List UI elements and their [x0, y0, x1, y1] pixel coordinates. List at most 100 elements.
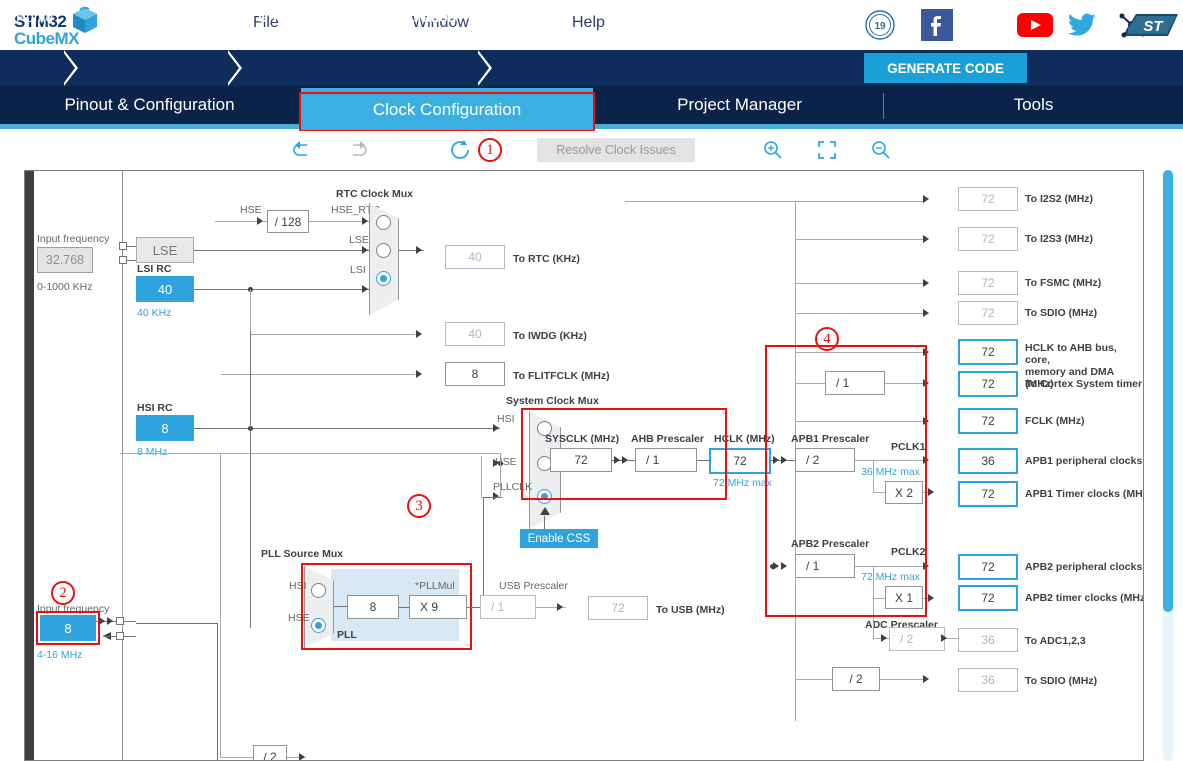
rtc-mux-radio-hse-rtc[interactable]	[376, 215, 391, 230]
system-clock-mux-title: System Clock Mux	[506, 395, 599, 407]
tab-project-manager[interactable]: Project Manager	[596, 86, 883, 124]
pllmul-select[interactable]: X 9	[409, 595, 467, 619]
usb-prescaler-select[interactable]: / 1	[480, 595, 536, 619]
pll-mux-radio-hse[interactable]	[311, 618, 326, 633]
apb2-prescaler-label: APB2 Prescaler	[791, 538, 870, 550]
to-i2s2-label: To I2S2 (MHz)	[1025, 193, 1094, 205]
usb-prescaler-label: USB Prescaler	[499, 580, 568, 592]
css-arrow-up	[540, 507, 550, 515]
to-fsmc-label: To FSMC (MHz)	[1025, 277, 1102, 289]
pll-mux-radio-hsi[interactable]	[311, 583, 326, 598]
apb1-peripheral-label: APB1 peripheral clocks (MHz)	[1025, 455, 1144, 467]
to-sdio-value-field[interactable]: 72	[958, 301, 1018, 325]
to-sdio2-label: To SDIO (MHz)	[1025, 675, 1098, 687]
step-marker-4: 4	[815, 327, 839, 351]
to-i2s3-label: To I2S3 (MHz)	[1025, 233, 1094, 245]
canvas-left-edge	[25, 171, 34, 760]
resolve-clock-issues-button[interactable]: Resolve Clock Issues	[537, 138, 695, 162]
sysclk-mux-radio-pllclk[interactable]	[537, 489, 552, 504]
to-iwdg-label: To IWDG (KHz)	[513, 330, 587, 342]
lse-oscillator-box[interactable]: LSE	[136, 237, 194, 263]
hclk-value-field[interactable]: 72	[709, 448, 771, 474]
to-adc-value-field[interactable]: 36	[958, 628, 1018, 652]
to-adc-label: To ADC1,2,3	[1025, 635, 1086, 647]
canvas-scrollbar-thumb[interactable]	[1163, 170, 1173, 612]
step-marker-2: 2	[51, 581, 75, 605]
svg-text:19: 19	[874, 21, 886, 32]
to-fsmc-value-field[interactable]: 72	[958, 271, 1018, 295]
apb2-max-label: 72 MHz max	[861, 571, 920, 583]
tab-clock-configuration[interactable]: Clock Configuration	[301, 88, 593, 132]
cortex-systimer-value-field[interactable]: 72	[958, 371, 1018, 397]
zoom-out-icon[interactable]	[869, 139, 893, 161]
breadcrumb-item-home[interactable]: Home	[16, 9, 53, 25]
breadcrumb-arrow-1	[63, 50, 78, 86]
hse-input-frequency-field[interactable]: 8	[40, 615, 96, 641]
rtc-clock-mux-title: RTC Clock Mux	[336, 188, 414, 200]
hclk-ahb-value-field[interactable]: 72	[958, 339, 1018, 365]
enable-css-button[interactable]: Enable CSS	[520, 529, 598, 548]
apb2-timer-label: APB2 timer clocks (MHz)	[1025, 592, 1144, 604]
apb2-timer-value-field[interactable]: 72	[958, 585, 1018, 611]
lse-input-frequency-field[interactable]: 32.768	[37, 247, 93, 273]
fit-to-screen-icon[interactable]	[815, 139, 839, 161]
generate-code-button[interactable]: GENERATE CODE	[864, 53, 1027, 83]
to-iwdg-value-field[interactable]: 40	[445, 322, 505, 346]
sysclk-mux-input-hsi-label: HSI	[497, 413, 515, 425]
to-rtc-value-field[interactable]: 40	[445, 245, 505, 269]
pll-source-mux[interactable]	[304, 566, 334, 648]
menu-help[interactable]: Help	[572, 14, 605, 32]
apb1-timer-value-field[interactable]: 72	[958, 481, 1018, 507]
tab-tools[interactable]: Tools	[884, 86, 1183, 124]
breadcrumb-item-device[interactable]: STM32F103ZETx	[99, 9, 209, 25]
apb1-max-label: 36 MHz max	[861, 466, 920, 478]
breadcrumb-arrow-3	[477, 50, 492, 86]
hsi-value-field[interactable]: 8	[136, 415, 194, 441]
sdio-div2-box: / 2	[832, 667, 880, 691]
apb2-peripheral-label: APB2 peripheral clocks (MHz)	[1025, 561, 1144, 573]
apb2-prescaler-select[interactable]: / 1	[795, 554, 855, 578]
adc-prescaler-select[interactable]: / 2	[889, 627, 945, 651]
apb1-prescaler-select[interactable]: / 2	[795, 448, 855, 472]
pll-hsi-div2-box: / 2	[253, 745, 287, 760]
tab-pinout-configuration[interactable]: Pinout & Configuration	[0, 86, 299, 124]
lse-pin-out	[119, 256, 127, 264]
apb1-peripheral-value-field[interactable]: 36	[958, 448, 1018, 474]
sysclk-value-field[interactable]: 72	[550, 448, 612, 472]
twitter-icon[interactable]	[1066, 9, 1098, 41]
to-i2s2-value-field[interactable]: 72	[958, 187, 1018, 211]
top-bar: STM32 CubeMX File Window Help 19 ST	[0, 0, 1183, 50]
anniversary-icon[interactable]: 19	[864, 9, 896, 41]
hsi-rc-title: HSI RC	[137, 402, 173, 414]
to-i2s3-value-field[interactable]: 72	[958, 227, 1018, 251]
zoom-in-icon[interactable]	[761, 139, 785, 161]
lsi-value-field[interactable]: 40	[136, 276, 194, 302]
undo-icon[interactable]	[291, 139, 315, 161]
cortex-systick-prescaler-select[interactable]: / 1	[825, 371, 885, 395]
cube-icon	[73, 6, 97, 33]
ahb-prescaler-select[interactable]: / 1	[635, 448, 697, 472]
hsi-unit-label: 8 MHz	[137, 446, 168, 458]
pll-panel-label: PLL	[337, 629, 357, 641]
st-logo-icon[interactable]: ST	[1122, 8, 1182, 42]
breadcrumb-item-current: Untitled - Clock Configuration	[258, 9, 457, 25]
hse-range-label: 4-16 MHz	[37, 649, 83, 661]
to-usb-value-field[interactable]: 72	[588, 596, 648, 620]
rtc-mux-radio-lsi[interactable]	[376, 271, 391, 286]
youtube-icon[interactable]	[1017, 9, 1053, 41]
reset-icon[interactable]	[449, 139, 473, 161]
to-flitfclk-value-field[interactable]: 8	[445, 362, 505, 386]
hse-input-frequency-label: Input frequency	[37, 603, 110, 615]
to-sdio2-value-field[interactable]: 36	[958, 668, 1018, 692]
facebook-icon[interactable]	[921, 9, 953, 41]
redo-icon[interactable]	[345, 139, 369, 161]
hclk-max-label: 72 MHz max	[713, 477, 772, 489]
rtc-mux-radio-lse[interactable]	[376, 243, 391, 258]
fclk-value-field[interactable]: 72	[958, 408, 1018, 434]
apb2-peripheral-value-field[interactable]: 72	[958, 554, 1018, 580]
clock-tree-canvas[interactable]: Input frequency 32.768 0-1000 KHz LSE HS…	[24, 170, 1144, 761]
ahb-prescaler-label: AHB Prescaler	[631, 433, 704, 445]
lse-pin-in	[119, 242, 127, 250]
apb1-timer-label: APB1 Timer clocks (MHz)	[1025, 488, 1144, 500]
to-sdio-label: To SDIO (MHz)	[1025, 307, 1098, 319]
